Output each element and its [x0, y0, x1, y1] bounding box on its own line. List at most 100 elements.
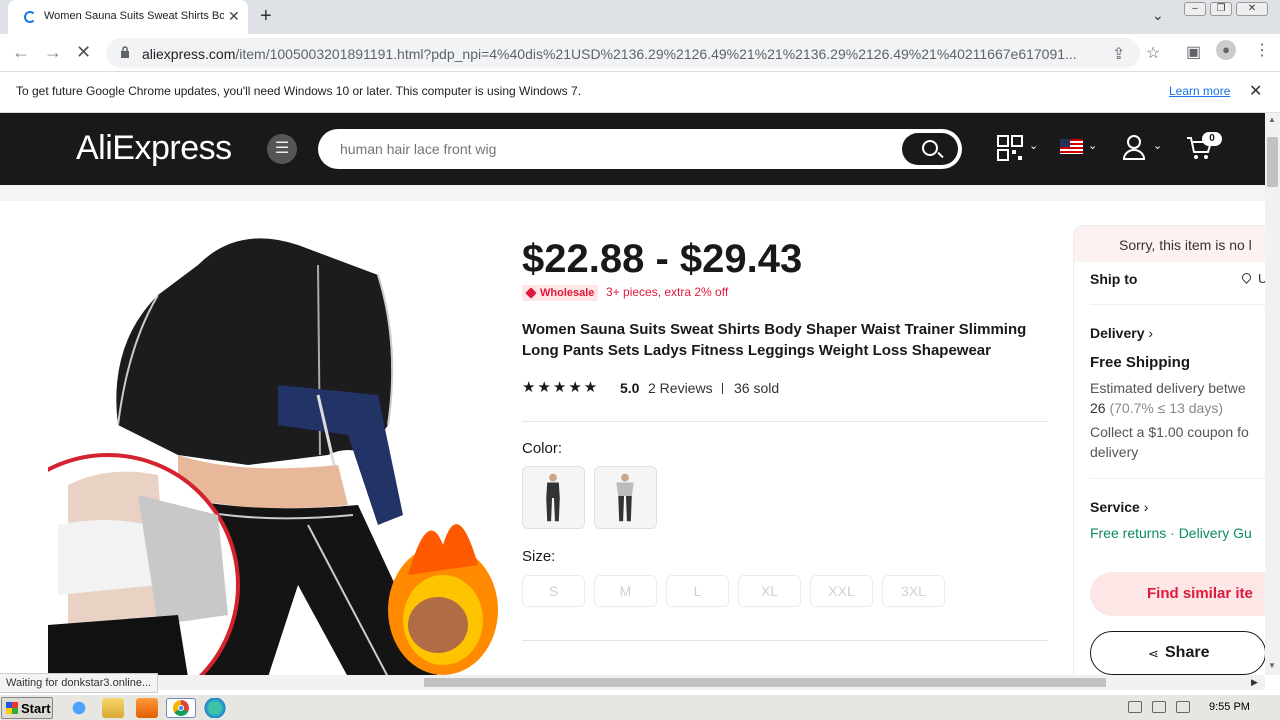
size-option-l[interactable]: L [666, 575, 729, 607]
product-title: Women Sauna Suits Sweat Shirts Body Shap… [522, 321, 1027, 359]
start-button[interactable]: Start [1, 697, 53, 719]
browser-tab[interactable]: Women Sauna Suits Sweat Shirts Bo ✕ [8, 0, 248, 34]
scroll-down-icon[interactable]: ▼ [1268, 661, 1276, 670]
ship-to-label: Ship to [1090, 271, 1138, 287]
media-player-icon[interactable] [136, 698, 158, 718]
size-label: Size: [522, 548, 556, 565]
color-swatch-1[interactable] [522, 466, 585, 529]
close-window-icon[interactable]: ✕ [1236, 2, 1268, 16]
horizontal-scrollbar[interactable]: ▶ [0, 675, 1265, 690]
sold-count: 36 sold [734, 380, 780, 396]
free-shipping-label: Free Shipping [1090, 354, 1191, 371]
divider [722, 383, 723, 394]
search-bar [318, 129, 962, 169]
delivery-link[interactable]: Delivery › [1090, 325, 1153, 341]
close-infobar-icon[interactable]: ✕ [1249, 81, 1262, 101]
profile-icon[interactable]: ● [1216, 40, 1236, 60]
bookmark-star-icon[interactable]: ☆ [1146, 43, 1160, 63]
action-center-icon[interactable] [1176, 701, 1190, 713]
internet-explorer-icon[interactable] [68, 698, 90, 718]
us-flag-icon[interactable] [1060, 139, 1083, 154]
header-shadow-strip [0, 185, 1265, 201]
chevron-down-icon: ⌄ [1153, 140, 1163, 152]
stop-icon[interactable]: ✕ [76, 42, 91, 63]
search-icon [922, 140, 938, 156]
tab-search-icon[interactable]: ⌄ [1152, 7, 1164, 24]
chevron-down-icon: ⌄ [1088, 140, 1098, 152]
status-bubble: Waiting for donkstar3.online... [0, 673, 159, 693]
coupon-offer: Collect a $1.00 coupon fo delivery [1090, 424, 1249, 460]
forward-icon[interactable]: → [44, 42, 62, 63]
divider [1090, 304, 1265, 305]
learn-more-link[interactable]: Learn more [1169, 84, 1230, 98]
scroll-right-icon[interactable]: ▶ [1251, 677, 1258, 688]
site-logo[interactable]: AliExpress [76, 129, 232, 168]
menu-kebab-icon[interactable]: ⋮ [1254, 40, 1270, 60]
loading-icon [24, 11, 36, 23]
divider [1090, 478, 1265, 479]
color-swatch-2[interactable] [594, 466, 657, 529]
purchase-panel: Sorry, this item is no l Ship to U Deliv… [1073, 225, 1265, 675]
account-icon[interactable] [1122, 134, 1146, 160]
size-option-xl[interactable]: XL [738, 575, 801, 607]
find-similar-button[interactable]: Find similar ite [1090, 572, 1265, 616]
network-icon[interactable] [1152, 701, 1166, 713]
product-image[interactable] [48, 225, 500, 675]
site-header: AliExpress ☰ ⌄ ⌄ ⌄ 0 [0, 113, 1265, 185]
product-page: $22.88 - $29.43 Wholesale 3+ pieces, ext… [0, 185, 1265, 675]
size-option-m[interactable]: M [594, 575, 657, 607]
location-pin-icon[interactable] [1240, 271, 1253, 284]
chrome-icon[interactable] [166, 698, 196, 718]
estimated-delivery: Estimated delivery betwe 26 (70.7% ≤ 13 … [1090, 380, 1246, 416]
scroll-up-icon[interactable]: ▲ [1268, 115, 1276, 124]
reviews-link[interactable]: 2 Reviews [648, 380, 713, 396]
restore-icon[interactable]: ❐ [1210, 2, 1232, 16]
qr-code-icon[interactable] [997, 135, 1023, 161]
tab-strip: Women Sauna Suits Sweat Shirts Bo ✕ + ⌄ … [0, 0, 1280, 34]
windows-taskbar: Start 9:55 PM [0, 694, 1280, 720]
share-page-icon[interactable]: ⇪ [1112, 44, 1125, 64]
rating-score: 5.0 [620, 380, 640, 396]
new-tab-icon[interactable]: + [260, 5, 272, 28]
ship-to-value[interactable]: U [1258, 271, 1265, 286]
chevron-right-icon: › [1143, 499, 1149, 515]
horizontal-scroll-thumb[interactable] [424, 678, 1106, 687]
vertical-scroll-thumb[interactable] [1267, 137, 1278, 187]
color-label: Color: [522, 440, 563, 457]
search-input[interactable] [340, 137, 890, 161]
back-icon[interactable]: ← [12, 42, 30, 63]
hamburger-menu-icon[interactable]: ☰ [267, 134, 297, 164]
divider [522, 421, 1048, 422]
edge-icon[interactable] [204, 698, 226, 718]
share-button[interactable]: ⋖ Share [1090, 631, 1265, 675]
share-icon: ⋖ [1148, 646, 1159, 661]
windows-logo-icon [6, 702, 18, 714]
wholesale-offer: 3+ pieces, extra 2% off [606, 285, 729, 299]
star-rating-icon: ★★★★★ [522, 379, 600, 396]
unavailable-notice: Sorry, this item is no l [1074, 226, 1265, 262]
close-tab-icon[interactable]: ✕ [228, 8, 240, 25]
chevron-down-icon: ⌄ [1029, 140, 1039, 152]
chevron-right-icon: › [1148, 325, 1154, 341]
url-text: aliexpress.com/item/1005003201891191.htm… [142, 46, 1077, 62]
volume-icon[interactable] [1128, 701, 1142, 713]
product-price: $22.88 - $29.43 [522, 237, 803, 281]
minimize-icon[interactable]: – [1184, 2, 1206, 16]
unavailable-text: Sorry, this item is no l [1119, 237, 1252, 253]
service-link[interactable]: Service › [1090, 499, 1148, 515]
tab-title: Women Sauna Suits Sweat Shirts Bo [44, 10, 224, 22]
infobar-message: To get future Google Chrome updates, you… [16, 84, 582, 98]
taskbar-clock[interactable]: 9:55 PM [1209, 701, 1250, 713]
address-bar[interactable]: aliexpress.com/item/1005003201891191.htm… [106, 38, 1160, 68]
update-infobar: To get future Google Chrome updates, you… [0, 72, 1280, 113]
tag-icon [525, 287, 537, 299]
search-button[interactable] [902, 133, 958, 165]
side-panel-icon[interactable]: ▣ [1186, 42, 1201, 62]
size-option-s[interactable]: S [522, 575, 585, 607]
size-option-3xl[interactable]: 3XL [882, 575, 945, 607]
file-explorer-icon[interactable] [102, 698, 124, 718]
wholesale-badge: Wholesale [522, 285, 599, 301]
service-items: Free returns · Delivery Gu [1090, 525, 1252, 541]
vertical-scrollbar[interactable]: ▲ ▼ [1265, 113, 1280, 675]
size-option-xxl[interactable]: XXL [810, 575, 873, 607]
